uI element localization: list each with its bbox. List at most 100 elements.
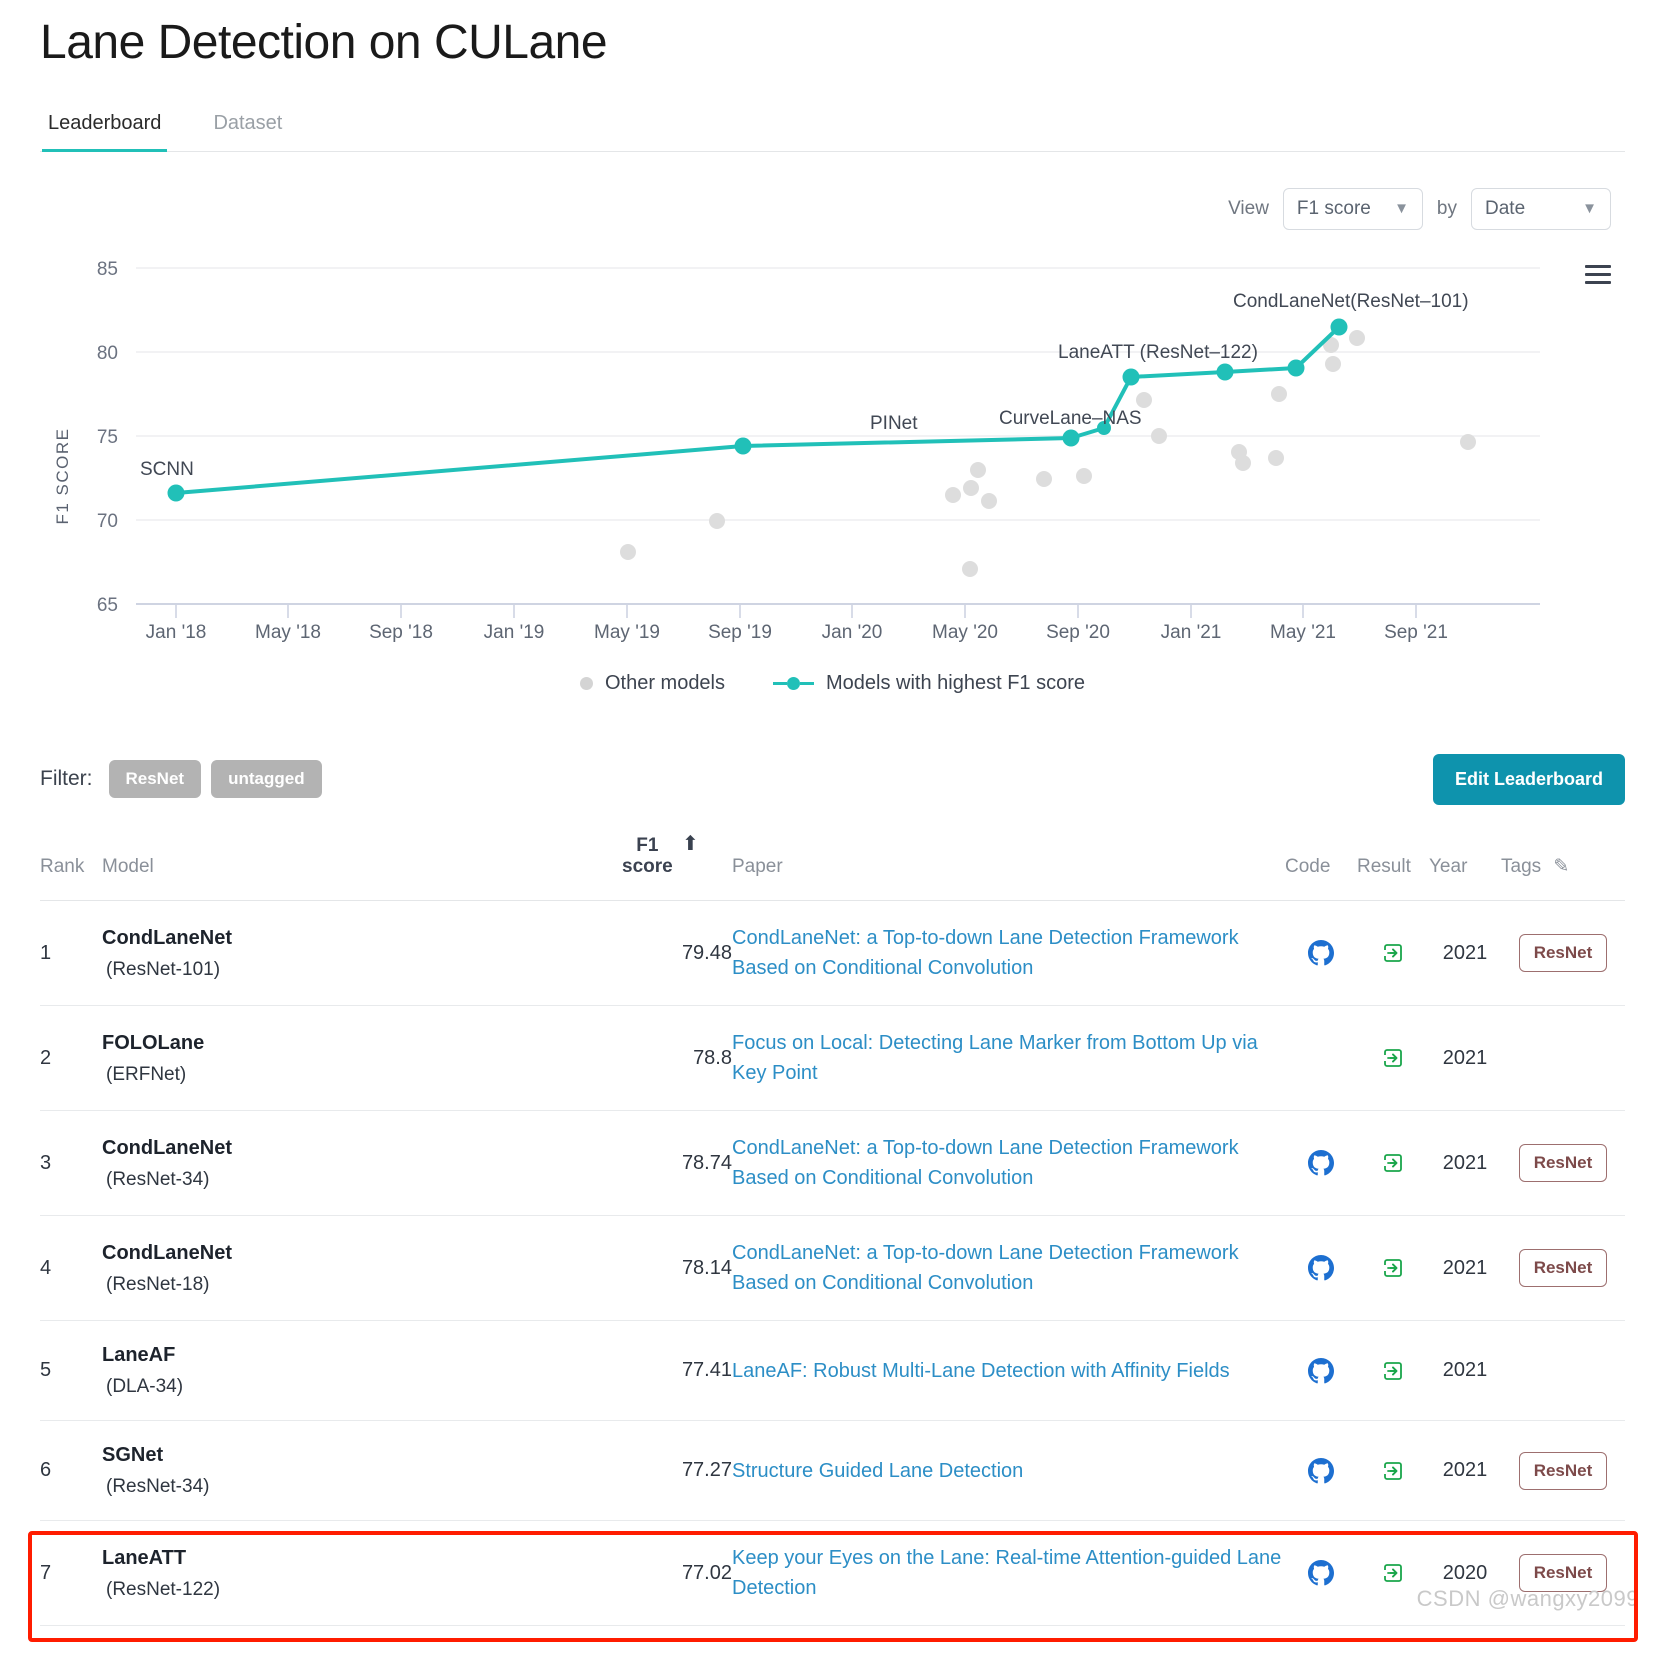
cell-rank: 7: [40, 1520, 102, 1627]
chart-container: F1 SCORE 85 80 75 70 65 Jan '18 May '18 …: [40, 246, 1625, 716]
model-variant: (DLA-34): [106, 1376, 184, 1398]
annotation-curvelane-nas: CurveLane–NAS: [999, 408, 1142, 429]
paper-link[interactable]: CondLaneNet: a Top-to-down Lane Detectio…: [732, 1242, 1239, 1294]
result-link-icon[interactable]: [1381, 1561, 1405, 1585]
table-row[interactable]: 7 LaneATT (ResNet-122) 77.02 Keep your Eyes …: [40, 1520, 1625, 1627]
cell-code: [1285, 1110, 1357, 1217]
paper-link[interactable]: CondLaneNet: a Top-to-down Lane Detectio…: [732, 927, 1239, 979]
axis-select[interactable]: Date ▼: [1471, 187, 1611, 230]
tag-pill[interactable]: ResNet: [1518, 1144, 1608, 1183]
github-icon[interactable]: [1308, 1357, 1334, 1384]
cell-tags: ResNet: [1501, 900, 1625, 1007]
cell-result: [1357, 1110, 1429, 1217]
github-icon[interactable]: [1308, 1150, 1334, 1176]
column-model[interactable]: Model: [102, 834, 622, 902]
filter-row: Filter: ResNet untagged Edit Leaderboard: [40, 753, 1625, 805]
paper-link[interactable]: Structure Guided Lane Detection: [732, 1460, 1023, 1482]
model-variant: (ResNet-18): [106, 1273, 210, 1295]
github-icon[interactable]: [1308, 1560, 1334, 1586]
annotation-scnn: SCNN: [140, 459, 194, 480]
column-code[interactable]: Code: [1285, 834, 1357, 902]
result-link-icon[interactable]: [1381, 1359, 1405, 1383]
table-row[interactable]: 2 FOLOLane (ERFNet) 78.8 Focus on Local: Det…: [40, 1005, 1625, 1112]
table-row[interactable]: 3 CondLaneNet (ResNet-34) 78.74 CondLaneNet:…: [40, 1110, 1625, 1217]
cell-f1-score: 77.02: [622, 1520, 732, 1627]
y-axis-label: F1 SCORE: [53, 427, 72, 524]
cell-year: 2021: [1429, 1215, 1501, 1322]
column-f1-score[interactable]: F1 score ⬆: [622, 833, 732, 902]
cell-result: [1357, 1320, 1429, 1422]
y-tick-80: 80: [97, 343, 118, 364]
filter-chip-resnet[interactable]: ResNet: [108, 760, 202, 799]
legend-item-highest-f1[interactable]: Models with highest F1 score: [773, 672, 1085, 695]
legend-dot-icon: [579, 676, 593, 690]
model-variant: (ResNet-34): [106, 1168, 210, 1190]
cell-code: [1285, 1320, 1357, 1422]
model-name: LaneATT: [102, 1546, 187, 1569]
column-year[interactable]: Year: [1429, 834, 1501, 902]
result-link-icon[interactable]: [1381, 1151, 1405, 1175]
tab-dataset[interactable]: Dataset: [207, 112, 288, 151]
tag-pill[interactable]: ResNet: [1518, 1451, 1608, 1490]
tag-pill[interactable]: ResNet: [1518, 1249, 1608, 1288]
table-body: 1 CondLaneNet (ResNet-101) 79.48 CondLaneNet…: [40, 900, 1625, 1627]
model-name: SGNet: [102, 1444, 164, 1467]
cell-model: CondLaneNet (ResNet-18): [102, 1215, 622, 1322]
model-name: CondLaneNet: [102, 1241, 232, 1264]
table-row[interactable]: 1 CondLaneNet (ResNet-101) 79.48 CondLaneNet…: [40, 900, 1625, 1007]
github-icon[interactable]: [1308, 1255, 1334, 1281]
paper-link[interactable]: LaneAF: Robust Multi-Lane Detection with…: [732, 1360, 1230, 1382]
column-f1-line2: score: [622, 856, 673, 878]
model-variant: (ResNet-34): [106, 1476, 210, 1498]
column-tags[interactable]: Tags ✎: [1501, 834, 1625, 902]
column-rank[interactable]: Rank: [40, 834, 102, 902]
x-tick-3: Jan '19: [484, 622, 545, 643]
cell-code: [1285, 900, 1357, 1007]
tag-pill[interactable]: ResNet: [1518, 934, 1608, 973]
table-row[interactable]: 4 CondLaneNet (ResNet-18) 78.14 CondLaneNet:…: [40, 1215, 1625, 1322]
sort-ascending-arrow-icon[interactable]: ⬆: [682, 833, 699, 856]
paper-link[interactable]: Focus on Local: Detecting Lane Marker fr…: [732, 1032, 1258, 1084]
column-result[interactable]: Result: [1357, 834, 1429, 902]
column-tags-label: Tags: [1501, 856, 1542, 878]
cell-model: LaneATT (ResNet-122): [102, 1520, 622, 1627]
result-link-icon[interactable]: [1381, 941, 1405, 965]
cell-model: LaneAF (DLA-34): [102, 1320, 622, 1422]
column-paper[interactable]: Paper: [732, 834, 1285, 902]
model-variant: (ResNet-101): [106, 958, 221, 980]
github-icon[interactable]: [1308, 940, 1334, 966]
cell-f1-score: 78.74: [622, 1110, 732, 1217]
table-header: Rank Model F1 score ⬆ Paper Code Result …: [40, 833, 1625, 902]
metric-select[interactable]: F1 score ▼: [1282, 187, 1423, 230]
annotation-laneatt: LaneATT (ResNet–122): [1058, 342, 1258, 363]
paper-link[interactable]: Keep your Eyes on the Lane: Real-time At…: [732, 1547, 1281, 1599]
table-row[interactable]: 6 SGNet (ResNet-34) 77.27 Structure Guided L…: [40, 1420, 1625, 1522]
page-root: Lane Detection on CULane Leaderboard Dat…: [0, 14, 1665, 1627]
result-link-icon[interactable]: [1381, 1046, 1405, 1070]
table-row[interactable]: 5 LaneAF (DLA-34) 77.41 LaneAF: Robust Multi…: [40, 1320, 1625, 1422]
cell-paper: LaneAF: Robust Multi-Lane Detection with…: [732, 1320, 1285, 1422]
cell-result: [1357, 1215, 1429, 1322]
other-model-points: [620, 329, 1476, 577]
filter-chip-untagged[interactable]: untagged: [211, 760, 322, 799]
cell-tags: [1501, 1320, 1625, 1422]
cell-paper: CondLaneNet: a Top-to-down Lane Detectio…: [732, 1110, 1285, 1217]
tab-leaderboard[interactable]: Leaderboard: [42, 112, 168, 152]
legend-item-other-models[interactable]: Other models: [579, 672, 725, 695]
edit-leaderboard-button[interactable]: Edit Leaderboard: [1432, 753, 1625, 805]
cell-year: 2021: [1429, 1110, 1501, 1217]
chart-menu-icon[interactable]: [1585, 260, 1611, 289]
result-link-icon[interactable]: [1381, 1256, 1405, 1280]
y-tick-85: 85: [97, 259, 118, 280]
github-icon[interactable]: [1308, 1457, 1334, 1484]
metric-select-value: F1 score: [1296, 197, 1371, 219]
cell-tags: ResNet: [1501, 1420, 1625, 1522]
paper-link[interactable]: CondLaneNet: a Top-to-down Lane Detectio…: [732, 1137, 1239, 1189]
cell-year: 2021: [1429, 1420, 1501, 1522]
result-link-icon[interactable]: [1381, 1459, 1405, 1483]
cell-f1-score: 78.8: [622, 1005, 732, 1112]
edit-pencil-icon[interactable]: ✎: [1553, 856, 1569, 877]
cell-model: SGNet (ResNet-34): [102, 1420, 622, 1522]
cell-rank: 1: [40, 900, 102, 1007]
cell-rank: 6: [40, 1420, 102, 1522]
